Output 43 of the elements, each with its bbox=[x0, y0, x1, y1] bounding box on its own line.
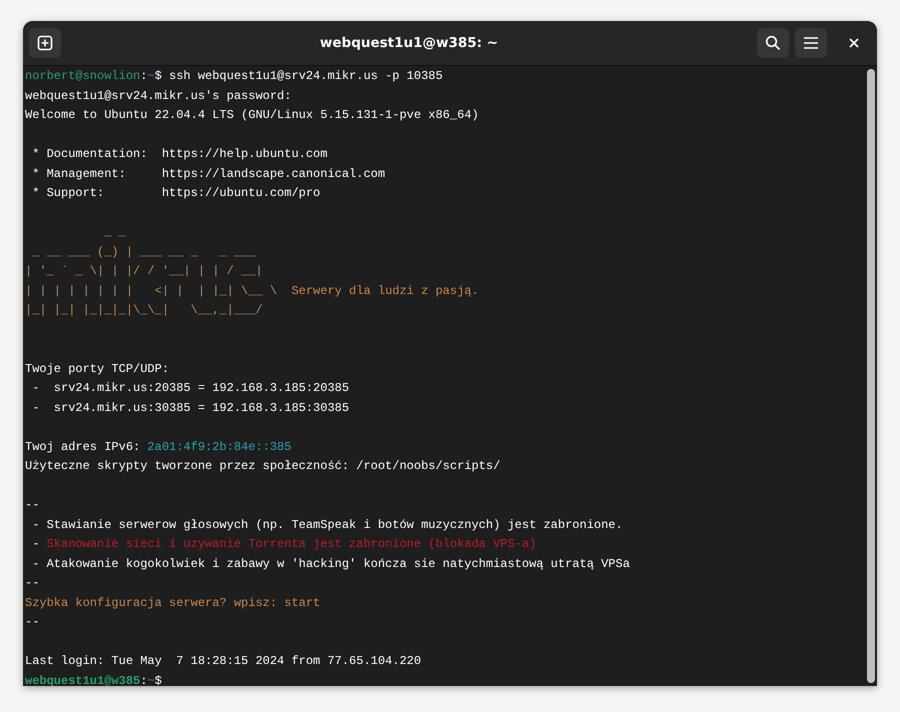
terminal-text: Użyteczne skrypty tworzone przez społeczność: /root/noobs/scripts/ bbox=[25, 459, 500, 473]
terminal-text: * Management: https://landscape.canonical.com bbox=[31, 166, 386, 180]
terminal-text: : bbox=[140, 674, 148, 686]
terminal-text: _ __ ___ (_) | ___ __ _ _ ___ bbox=[31, 244, 256, 258]
terminal-text: Welcome to Ubuntu 22.04.4 LTS (GNU/Linux 5.15.131-1-pve x86_64) bbox=[25, 108, 479, 122]
terminal-text: Serwery dla ludzi z pasją. bbox=[290, 284, 479, 298]
terminal-text: -- bbox=[25, 615, 40, 629]
terminal-text: * Support: https://ubuntu.com/pro bbox=[31, 186, 320, 200]
terminal-text: |_| |_| |_|_|_|\_\_| \__,_|___/ bbox=[25, 303, 263, 317]
search-button[interactable] bbox=[757, 28, 789, 58]
terminal-text: Twoj adres IPv6: bbox=[25, 440, 142, 454]
menu-button[interactable] bbox=[795, 28, 827, 58]
path-text: ~ bbox=[147, 69, 155, 83]
plus-square-icon bbox=[37, 35, 53, 51]
terminal-text: webquest1u1@srv24.mikr.us's password: bbox=[25, 88, 292, 102]
terminal-text: _ _ bbox=[103, 225, 126, 239]
terminal-text: - Stawianie serwerow głosowych (np. TeamSpeak i botów muzycznych) jest zabronione. bbox=[31, 518, 623, 532]
terminal-text: - srv24.mikr.us:20385 = 192.168.3.185:20385 bbox=[31, 381, 350, 395]
scrollbar-thumb[interactable] bbox=[867, 69, 875, 683]
terminal-text: Twoje porty TCP/UDP: bbox=[25, 362, 170, 376]
search-icon bbox=[765, 35, 781, 51]
terminal-text: | | | | | | | | <| | | |_| \__ \ bbox=[25, 284, 278, 298]
address-text: 2a01:4f9:2b:84e::385 bbox=[147, 440, 292, 454]
close-icon bbox=[849, 38, 859, 48]
terminal-text: - Atakowanie kogokolwiek i zabawy w 'hacking' kończa sie natychmiastową utratą VPSa bbox=[31, 556, 630, 570]
terminal-text: | '_ ` _ \| | |/ / '__| | | / __| bbox=[25, 264, 263, 278]
menu-icon bbox=[803, 36, 819, 50]
terminal-text: : bbox=[140, 69, 148, 83]
terminal-text: Last login: Tue May 7 18:28:15 2024 from 77.65.104.220 bbox=[25, 654, 422, 668]
terminal-text: -- bbox=[25, 576, 40, 590]
terminal-text: - srv24.mikr.us:30385 = 192.168.3.185:30385 bbox=[31, 400, 350, 414]
warning-text: Skanowanie sieci i uzywanie Torrenta jest zabronione (blokada VPS-a) bbox=[46, 537, 536, 551]
terminal-text: Szybka konfiguracja serwera? wpisz: start bbox=[25, 596, 320, 610]
path-text: ~ bbox=[147, 674, 155, 686]
terminal-text: $ ssh webquest1u1@srv24.mikr.us -p 10385 bbox=[154, 69, 443, 83]
new-tab-button[interactable] bbox=[29, 28, 61, 58]
window-title: webquest1u1@w385: ~ bbox=[318, 35, 500, 51]
prompt-text: norbert@snowlion bbox=[25, 69, 140, 83]
prompt-text: webquest1u1@w385 bbox=[25, 674, 140, 686]
terminal-text: -- bbox=[25, 498, 40, 512]
terminal-text: * Documentation: https://help.ubuntu.com bbox=[31, 147, 328, 161]
terminal-text: - bbox=[31, 537, 40, 551]
terminal-text: $ bbox=[154, 674, 162, 686]
